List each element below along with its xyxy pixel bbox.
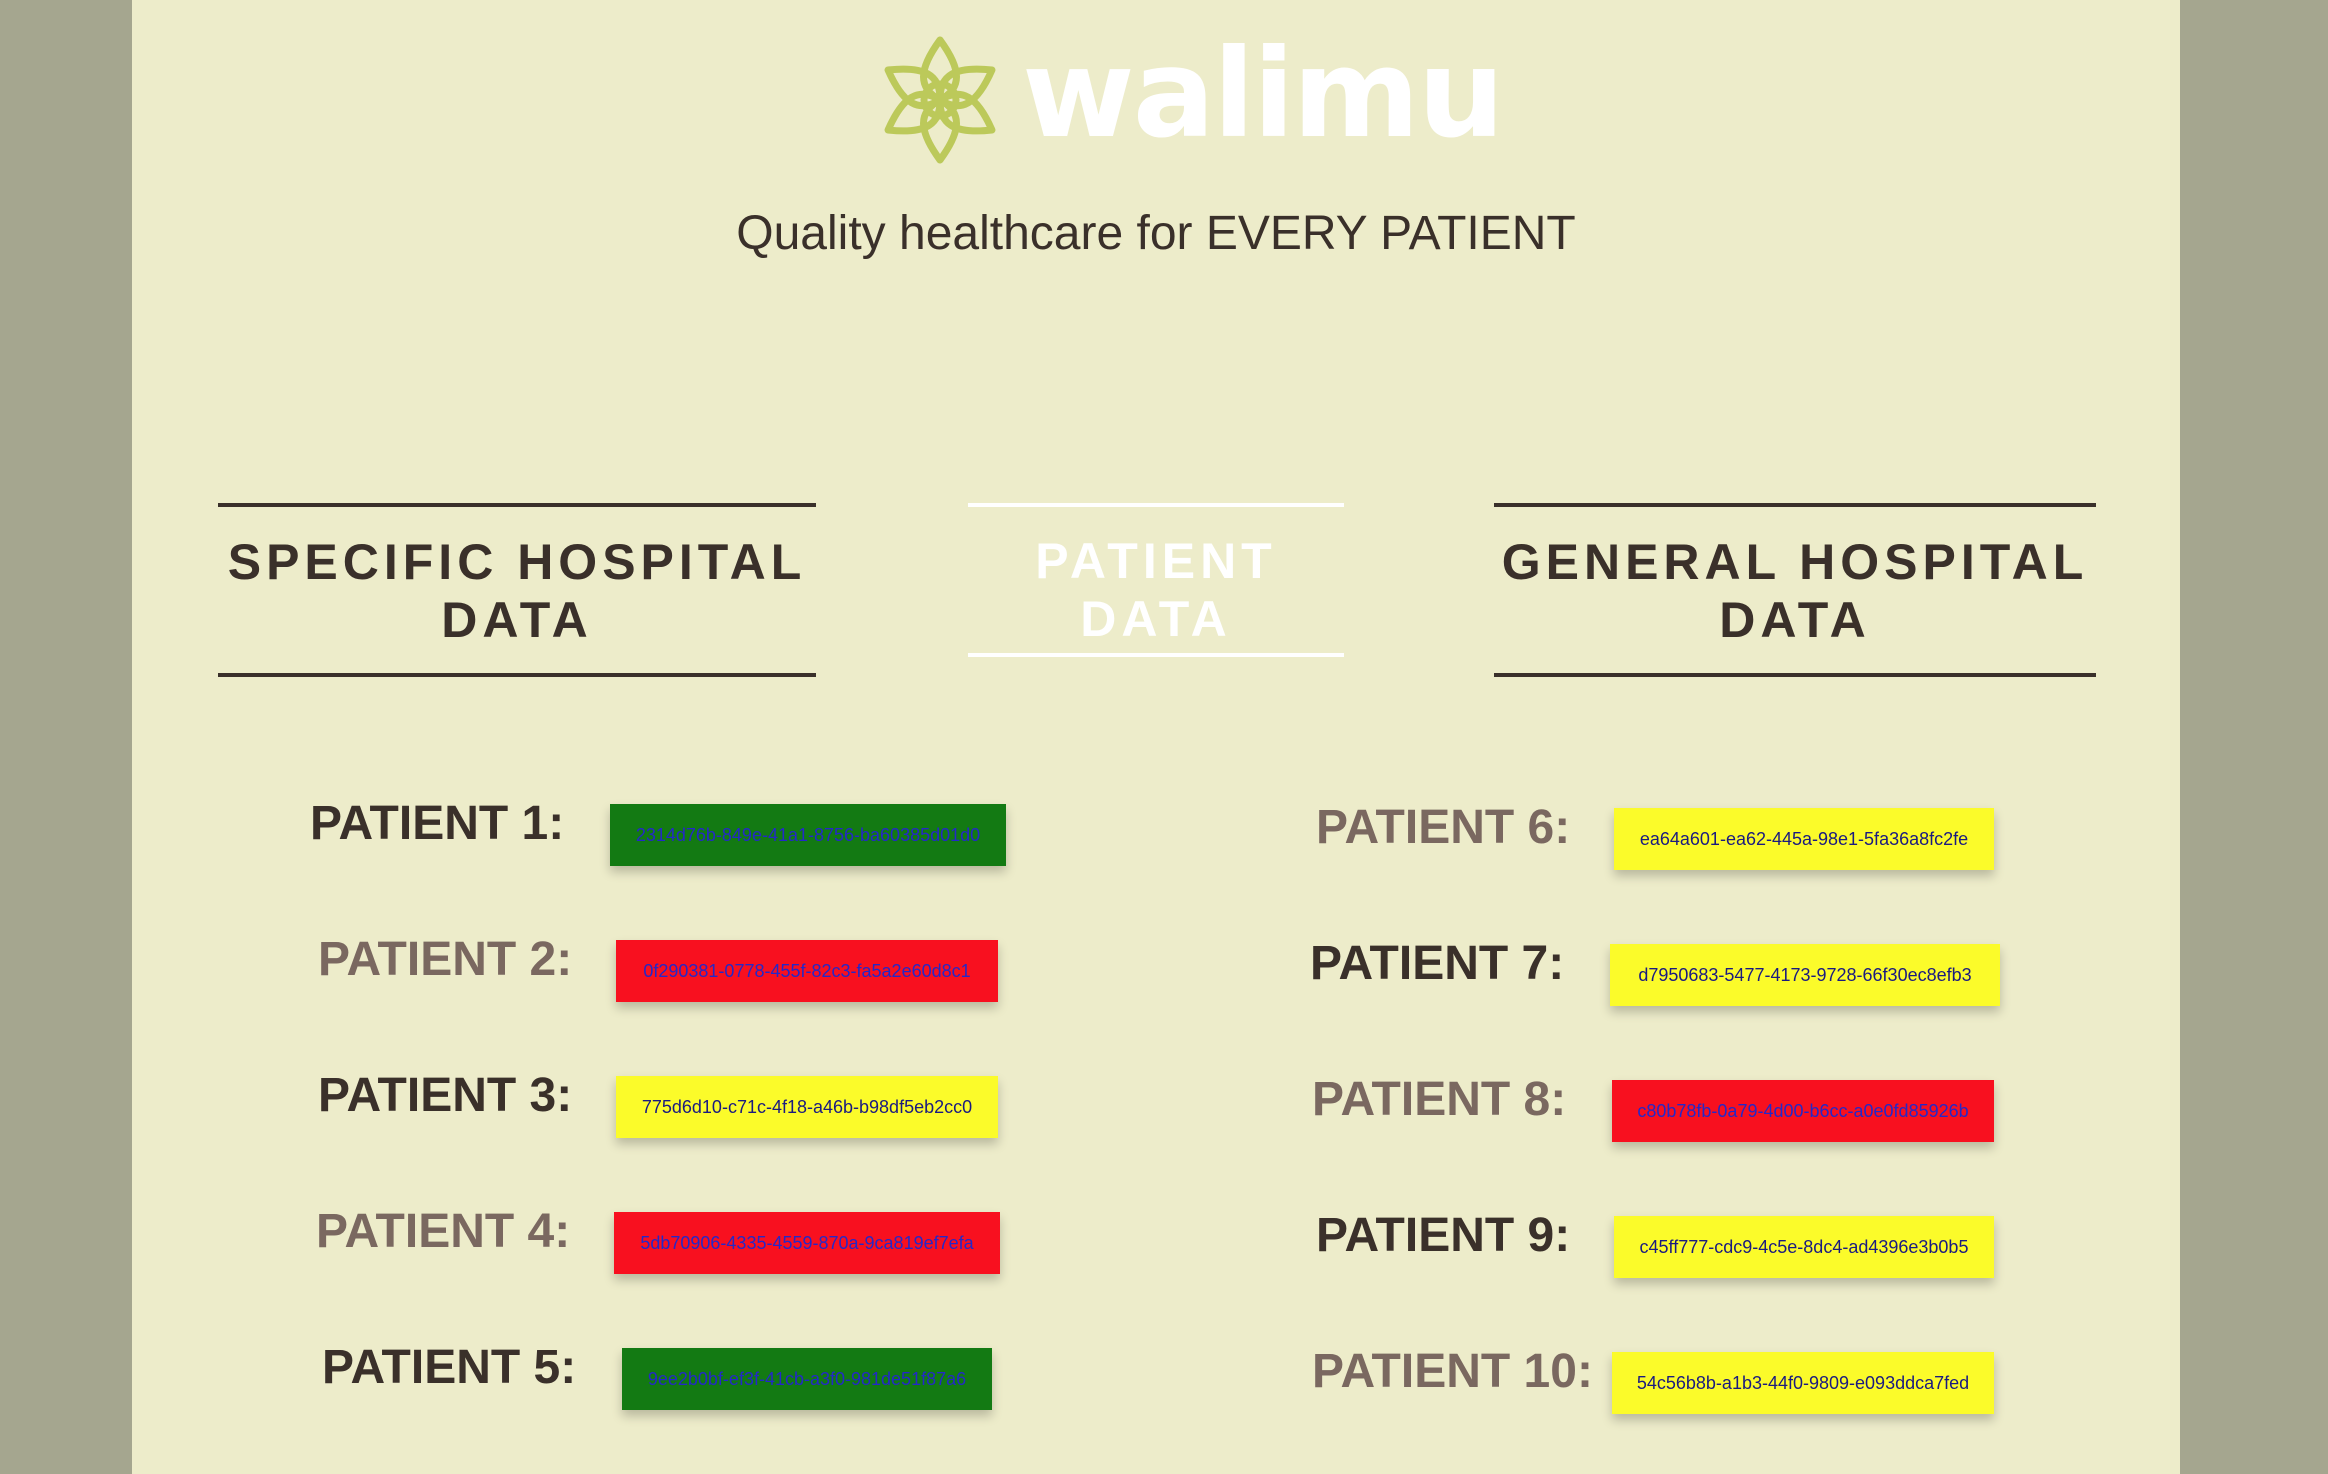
patient-id-text: d7950683-5477-4173-9728-66f30ec8efb3 (1638, 964, 1972, 985)
logo: walimu (880, 30, 1560, 170)
patient-id-badge[interactable]: 0f290381-0778-455f-82c3-fa5a2e60d8c1 (616, 940, 998, 1002)
patient-label: PATIENT 6: (1316, 801, 1571, 854)
flower-star-icon (884, 36, 996, 164)
patient-id-text: 775d6d10-c71c-4f18-a46b-b98df5eb2cc0 (641, 1096, 973, 1117)
patient-id-text: 5db70906-4335-4559-870a-9ca819ef7efa (640, 1232, 974, 1253)
patient-label: PATIENT 5: (322, 1341, 577, 1394)
patient-label: PATIENT 10: (1312, 1345, 1593, 1398)
patient-id-text: 54c56b8b-a1b3-44f0-9809-e093ddca7fed (1636, 1372, 1970, 1393)
patient-id-badge[interactable]: c45ff777-cdc9-4c5e-8dc4-ad4396e3b0b5 (1614, 1216, 1994, 1278)
patient-id-badge[interactable]: d7950683-5477-4173-9728-66f30ec8efb3 (1610, 944, 2000, 1006)
patient-label: PATIENT 3: (318, 1069, 573, 1122)
patient-id-badge[interactable]: c80b78fb-0a79-4d00-b6cc-a0e0fd85926b (1612, 1080, 1994, 1142)
nav-specific-hospital-data[interactable]: SPECIFIC HOSPITAL DATA (218, 503, 816, 677)
patient-id-badge[interactable]: 2314d76b-849e-41a1-8756-ba60385d01d0 (610, 804, 1006, 866)
nav-patient-label: PATIENT DATA (1035, 533, 1277, 647)
brand-name: walimu (1022, 23, 1505, 165)
patient-id-text: c80b78fb-0a79-4d00-b6cc-a0e0fd85926b (1637, 1100, 1969, 1121)
nav-general-line2: DATA (1719, 592, 1871, 648)
patient-id-text: 9ee2b0bf-ef3f-41cb-a3f0-981de51f87a6 (647, 1368, 967, 1389)
patient-id-badge[interactable]: ea64a601-ea62-445a-98e1-5fa36a8fc2fe (1614, 808, 1994, 870)
patient-id-text: c45ff777-cdc9-4c5e-8dc4-ad4396e3b0b5 (1639, 1236, 1969, 1257)
nav-general-line1: GENERAL HOSPITAL (1501, 534, 2089, 590)
patient-label: PATIENT 1: (310, 797, 565, 850)
nav-specific-line2: DATA (441, 592, 593, 648)
patient-label: PATIENT 7: (1310, 937, 1565, 990)
page-panel: walimu Quality healthcare for EVERY PATI… (132, 0, 2180, 1474)
patient-id-text: ea64a601-ea62-445a-98e1-5fa36a8fc2fe (1639, 828, 1969, 849)
nav-general-hospital-data[interactable]: GENERAL HOSPITAL DATA (1494, 503, 2096, 677)
tagline: Quality healthcare for EVERY PATIENT (736, 207, 1576, 260)
patient-id-badge[interactable]: 775d6d10-c71c-4f18-a46b-b98df5eb2cc0 (616, 1076, 998, 1138)
patient-label: PATIENT 4: (316, 1205, 571, 1258)
patient-id-badge[interactable]: 5db70906-4335-4559-870a-9ca819ef7efa (614, 1212, 1000, 1274)
patient-label: PATIENT 9: (1316, 1209, 1571, 1262)
patient-label: PATIENT 2: (318, 933, 573, 986)
patient-id-text: 0f290381-0778-455f-82c3-fa5a2e60d8c1 (643, 960, 971, 981)
nav-patient-data[interactable]: PATIENT DATA (968, 503, 1344, 657)
patient-id-badge[interactable]: 54c56b8b-a1b3-44f0-9809-e093ddca7fed (1612, 1352, 1994, 1414)
patient-label: PATIENT 8: (1312, 1073, 1567, 1126)
patient-id-badge[interactable]: 9ee2b0bf-ef3f-41cb-a3f0-981de51f87a6 (622, 1348, 992, 1410)
nav-specific-line1: SPECIFIC HOSPITAL (227, 534, 807, 590)
patient-id-text: 2314d76b-849e-41a1-8756-ba60385d01d0 (635, 824, 981, 845)
